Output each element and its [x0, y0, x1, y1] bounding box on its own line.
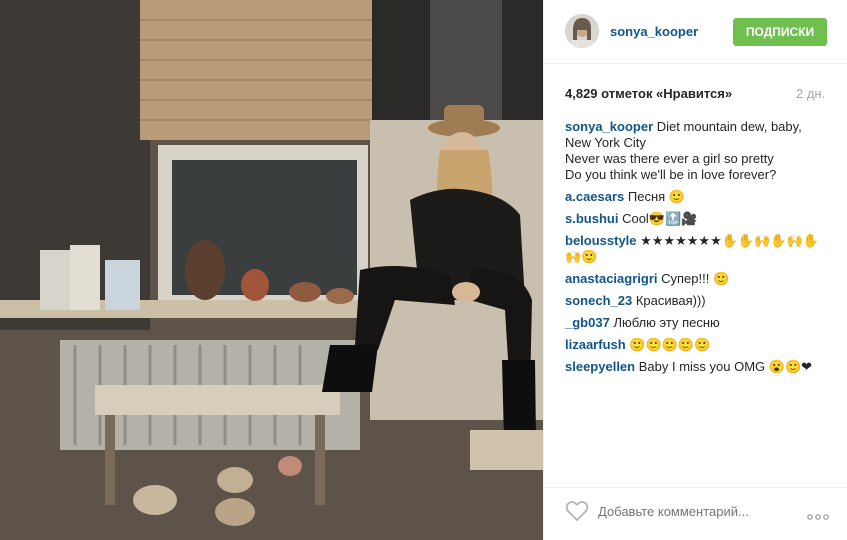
- comment-text: Супер!!! 🙂: [661, 271, 730, 286]
- comment-username[interactable]: lizaarfush: [565, 337, 626, 352]
- comment-text: Cool😎🔝🎥: [622, 211, 698, 226]
- photo-artwork: [0, 0, 543, 540]
- add-comment-input[interactable]: [598, 504, 798, 519]
- comments-list: sonya_kooper Diet mountain dew, baby, Ne…: [565, 119, 835, 381]
- author-username[interactable]: sonya_kooper: [610, 24, 698, 39]
- comment-text: Baby I miss you OMG 😮🙂❤: [638, 359, 813, 374]
- comment-text: Красивая))): [635, 293, 706, 308]
- comment-item: sonech_23 Красивая))): [565, 293, 835, 309]
- comment-username[interactable]: anastaciagrigri: [565, 271, 658, 286]
- comment-username[interactable]: belousstyle: [565, 233, 637, 248]
- post-age[interactable]: 2 дн.: [796, 86, 825, 101]
- post-actions: [544, 487, 847, 540]
- comment-item: s.bushui Cool😎🔝🎥: [565, 211, 835, 227]
- comment-username[interactable]: sonech_23: [565, 293, 632, 308]
- comment-item: lizaarfush 🙂🙂🙂🙂🙂: [565, 337, 835, 353]
- post-details-panel: sonya_kooper ПОДПИСКИ 4,829 отметок «Нра…: [543, 0, 847, 540]
- follow-button[interactable]: ПОДПИСКИ: [733, 18, 827, 46]
- comment-username[interactable]: sleepyellen: [565, 359, 635, 374]
- instagram-post-view: sonya_kooper ПОДПИСКИ 4,829 отметок «Нра…: [0, 0, 847, 540]
- comment-item: anastaciagrigri Супер!!! 🙂: [565, 271, 835, 287]
- comment-item: belousstyle ★★★★★★★✋✋🙌✋🙌✋🙌🙂: [565, 233, 835, 265]
- comment-item: a.caesars Песня 🙂: [565, 189, 835, 205]
- comment-item: sleepyellen Baby I miss you OMG 😮🙂❤: [565, 359, 835, 375]
- comment-text: 🙂🙂🙂🙂🙂: [629, 337, 711, 352]
- comment-item: _gb037 Люблю эту песню: [565, 315, 835, 331]
- heart-outline-icon[interactable]: [565, 500, 589, 522]
- comment-text: Песня 🙂: [627, 189, 685, 204]
- likes-count[interactable]: 4,829 отметок «Нравится»: [565, 86, 732, 101]
- caption: sonya_kooper Diet mountain dew, baby, Ne…: [565, 119, 835, 183]
- comment-username[interactable]: _gb037: [565, 315, 610, 330]
- avatar[interactable]: [565, 14, 599, 48]
- comment-username[interactable]: a.caesars: [565, 189, 624, 204]
- comment-username[interactable]: s.bushui: [565, 211, 618, 226]
- comment-text: Люблю эту песню: [613, 315, 720, 330]
- avatar-image: [565, 14, 599, 48]
- more-options-icon[interactable]: [807, 507, 829, 520]
- post-header: sonya_kooper ПОДПИСКИ: [544, 0, 847, 64]
- caption-username[interactable]: sonya_kooper: [565, 119, 653, 134]
- post-photo[interactable]: [0, 0, 543, 540]
